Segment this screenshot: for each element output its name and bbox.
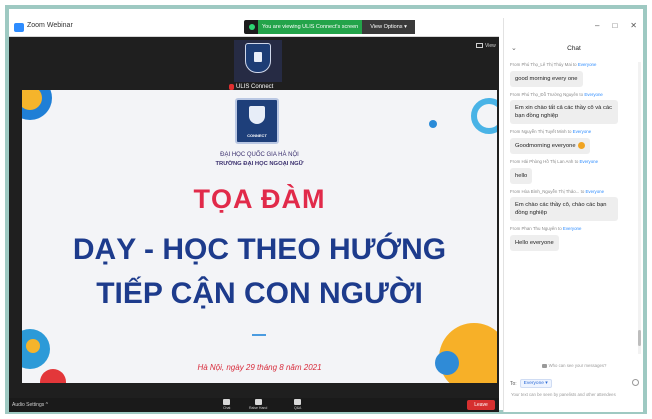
- chat-button[interactable]: Chat: [223, 399, 230, 410]
- slide-divider: [252, 334, 266, 336]
- sender-text: From Hải Phòng Hồ Thị Lan Anh to: [510, 159, 580, 164]
- recipient-link[interactable]: Everyone: [563, 226, 582, 231]
- recipient-link[interactable]: Everyone: [586, 189, 605, 194]
- message-sender: From Phan Thu Nguyên to Everyone: [510, 226, 638, 231]
- university-name: ĐẠI HỌC QUỐC GIA HÀ NỘI: [220, 152, 299, 158]
- decor-dot: [429, 120, 437, 128]
- message-bubble: Goodmorning everyone: [510, 137, 590, 154]
- chat-button-label: Chat: [223, 406, 231, 410]
- ulis-connect-logo: CONNECT: [235, 98, 279, 144]
- chat-message: From Hải Phòng Hồ Thị Lan Anh to Everyon…: [510, 159, 638, 184]
- chat-scrollbar[interactable]: [638, 62, 641, 354]
- close-button[interactable]: ✕: [630, 21, 637, 30]
- message-text: good morning every one: [510, 71, 583, 87]
- view-button-label: View: [485, 43, 496, 49]
- qa-button[interactable]: Q&A: [294, 399, 301, 410]
- maximize-button[interactable]: □: [612, 21, 617, 30]
- message-text: hello: [510, 168, 533, 184]
- slide-date: Hà Nội, ngày 29 tháng 8 năm 2021: [197, 363, 322, 372]
- title-bar: Zoom Webinar You are viewing ULIS Connec…: [9, 18, 499, 37]
- who-can-see-text: Who can see your messages?: [548, 363, 607, 368]
- raise-hand-button[interactable]: Raise Hand: [249, 399, 267, 410]
- message-sender: From Phú Thọ_Đỗ Trường Nguyên to Everyon…: [510, 92, 638, 97]
- school-name: TRƯỜNG ĐẠI HỌC NGOẠI NGỮ: [215, 161, 304, 167]
- decor-ring: [471, 98, 497, 134]
- more-options-icon[interactable]: [632, 379, 639, 386]
- chat-icon: [223, 399, 231, 405]
- chat-message: From Phan Thu Nguyên to Everyone Hello e…: [510, 226, 638, 251]
- speaker-logo: [245, 43, 271, 73]
- chat-input[interactable]: Your text can be seen by panelists and o…: [511, 392, 636, 398]
- slide-title-line-2: DẠY - HỌC THEO HƯỚNG: [72, 233, 447, 266]
- to-label: To:: [510, 380, 517, 387]
- sender-text: From Phú Thọ_Đỗ Trường Nguyên to: [510, 92, 585, 97]
- slide-title-line-1: TỌA ĐÀM: [193, 184, 326, 214]
- raise-hand-icon: [254, 399, 262, 405]
- smile-emoji-icon: [577, 141, 585, 149]
- message-text: Em chào các thầy cô, chào các bạn đồng n…: [510, 197, 618, 221]
- recipient-row: To: Everyone ▾: [510, 379, 552, 388]
- zoom-app-icon: [14, 23, 24, 32]
- raise-hand-button-label: Raise Hand: [249, 406, 268, 410]
- recipient-select[interactable]: Everyone ▾: [519, 379, 552, 388]
- recipient-link[interactable]: Everyone: [584, 92, 603, 97]
- minimize-button[interactable]: –: [595, 21, 599, 30]
- message-sender: From Nguyễn Thị Tuyết Minh to Everyone: [510, 129, 638, 134]
- logo-shield: [249, 106, 265, 124]
- view-options-button[interactable]: View Options ▾: [362, 20, 415, 34]
- recipient-link[interactable]: Everyone: [578, 62, 597, 67]
- qa-icon: [294, 399, 302, 405]
- chat-header: ⌄ Chat: [504, 42, 644, 56]
- chat-message: From Nguyễn Thị Tuyết Minh to Everyone G…: [510, 129, 638, 154]
- scrollbar-thumb[interactable]: [638, 330, 641, 346]
- chat-message: From Phú Thọ_Đỗ Trường Nguyên to Everyon…: [510, 92, 638, 124]
- chat-window: – □ ✕ ⌄ Chat From Phú Thọ_Lê Thị Thúy Ma…: [503, 18, 643, 412]
- leave-button[interactable]: Leave: [467, 400, 495, 410]
- sender-text: From Nguyễn Thị Tuyết Minh to: [510, 129, 573, 134]
- screen-share-text: You are viewing ULIS Connect's screen: [258, 20, 363, 34]
- message-sender: From Hải Phòng Hồ Thị Lan Anh to Everyon…: [510, 159, 638, 164]
- recipient-link[interactable]: Everyone: [579, 159, 598, 164]
- sender-text: From Hòa Bình_Nguyễn Thị Thảo... to: [510, 189, 586, 194]
- chat-title: Chat: [567, 45, 581, 52]
- qa-button-label: Q&A: [294, 406, 302, 410]
- logo-text: CONNECT: [247, 133, 267, 138]
- window-title: Zoom Webinar: [27, 22, 73, 29]
- audio-settings-button[interactable]: Audio Settings ^: [12, 402, 48, 408]
- message-text: Goodmorning everyone: [515, 143, 576, 149]
- window-controls: – □ ✕: [595, 21, 637, 30]
- message-text: Em xin chào tất cả các thầy cô và các bạ…: [510, 100, 618, 124]
- sender-text: From Phú Thọ_Lê Thị Thúy Mai to: [510, 62, 578, 67]
- shared-slide: CONNECT ĐẠI HỌC QUỐC GIA HÀ NỘI TRƯỜNG Đ…: [22, 90, 497, 383]
- people-icon: [541, 363, 547, 368]
- slide-title-line-3: TIẾP CẬN CON NGƯỜI: [96, 277, 423, 310]
- who-can-see-link[interactable]: Who can see your messages?: [504, 363, 644, 368]
- message-text: Hello everyone: [510, 235, 559, 251]
- message-sender: From Phú Thọ_Lê Thị Thúy Mai to Everyone: [510, 62, 638, 67]
- chat-message: From Hòa Bình_Nguyễn Thị Thảo... to Ever…: [510, 189, 638, 221]
- view-button[interactable]: View: [476, 43, 496, 49]
- decor-circle: [26, 339, 40, 353]
- speaker-video-tile[interactable]: [234, 40, 282, 82]
- sharing-indicator-icon: [249, 24, 255, 30]
- recipient-link[interactable]: Everyone: [573, 129, 592, 134]
- sender-text: From Phan Thu Nguyên to: [510, 226, 563, 231]
- screen-share-banner: You are viewing ULIS Connect's screen Vi…: [244, 20, 415, 34]
- meeting-toolbar: Audio Settings ^ Chat Raise Hand Q&A Lea…: [9, 398, 499, 412]
- message-sender: From Hòa Bình_Nguyễn Thị Thảo... to Ever…: [510, 189, 638, 194]
- chat-message: From Phú Thọ_Lê Thị Thúy Mai to Everyone…: [510, 62, 638, 87]
- grid-view-icon: [476, 43, 483, 49]
- chat-message-list: From Phú Thọ_Lê Thị Thúy Mai to Everyone…: [504, 62, 638, 256]
